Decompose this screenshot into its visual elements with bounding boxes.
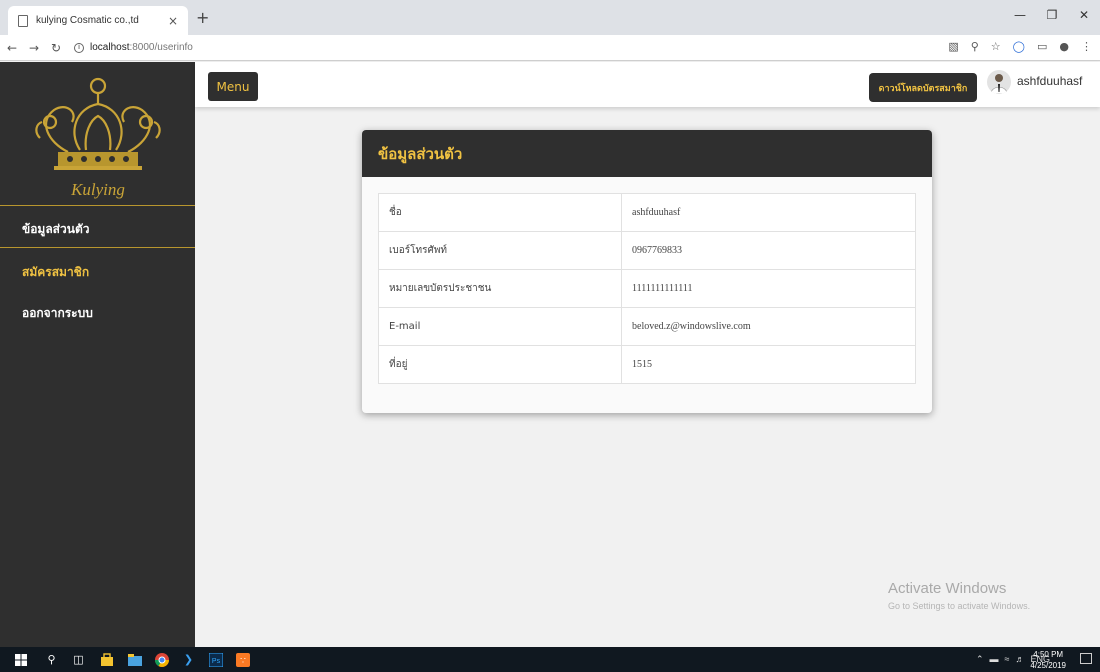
profile-info-table: ชื่อ ashfduuhasf เบอร์โทรศัพท์ 096776983… [378,193,916,384]
table-row: ที่อยู่ 1515 [378,345,916,384]
sidebar: Kulying ข้อมูลส่วนตัว สมัครสมาชิก ออกจาก… [0,62,195,647]
crown-logo: Kulying [35,77,161,199]
table-row: E-mail beloved.z@windowslive.com [378,307,916,346]
page-icon [18,14,28,27]
site-info-icon[interactable]: i [74,42,84,53]
windows-start-icon[interactable] [12,651,29,668]
restore-icon[interactable]: ❐ [1036,0,1068,30]
back-arrow-icon[interactable]: ← [2,41,22,55]
task-view-icon[interactable]: ◫ [70,651,87,668]
battery-icon[interactable]: ▬ [990,654,999,665]
brand-wordmark: Kulying [70,180,125,199]
photoshop-icon[interactable]: Ps [207,651,224,668]
xampp-icon[interactable]: ∵ [234,651,251,668]
row-label-email: E-mail [378,307,622,346]
table-row: เบอร์โทรศัพท์ 0967769833 [378,231,916,270]
row-label-phone: เบอร์โทรศัพท์ [378,231,622,270]
zoom-icon[interactable]: ⚲ [971,40,979,53]
sidebar-item-logout[interactable]: ออกจากระบบ [22,304,93,323]
windows-taskbar: ⚲ ◫ ❯ Ps ∵ ⌃ ▬ ≈ ♬ ENG 4:50 PM 4/25/2019 [0,647,1100,672]
svg-text:Ps: Ps [211,658,220,665]
window-controls: — ❐ ✕ [1004,0,1100,30]
username-label[interactable]: ashfduuhasf [1017,74,1082,88]
table-row: หมายเลขบัตรประชาชน 1111111111111 [378,269,916,308]
browser-tab-strip: kulying Cosmatic co.,td × + — ❐ ✕ [0,0,1100,35]
taskbar-clock[interactable]: 4:50 PM 4/25/2019 [1030,649,1066,671]
sidebar-item-register[interactable]: สมัครสมาชิก [22,263,89,282]
more-menu-icon[interactable]: ⋮ [1081,40,1092,53]
avatar[interactable] [987,70,1011,94]
extension-icons: ▧ ⚲ ☆ ◯ ▭ ● ⋮ [948,40,1092,53]
url-field[interactable]: i localhost:8000/userinfo [74,42,193,53]
opera-extension-icon[interactable]: ◯ [1013,40,1025,53]
volume-icon[interactable]: ♬ [1015,654,1024,665]
row-label-id-card: หมายเลขบัตรประชาชน [378,269,622,308]
row-label-address: ที่อยู่ [378,345,622,384]
sidebar-divider [0,247,195,248]
address-bar: ← → ↻ i localhost:8000/userinfo ▧ ⚲ ☆ ◯ … [0,35,1100,61]
profile-card: ข้อมูลส่วนตัว ชื่อ ashfduuhasf เบอร์โทรศ… [362,130,932,413]
menu-button[interactable]: Menu [208,72,258,101]
row-value-id-card: 1111111111111 [621,269,916,308]
minimize-icon[interactable]: — [1004,0,1036,30]
row-label-name: ชื่อ [378,193,622,232]
row-value-email: beloved.z@windowslive.com [621,307,916,346]
chrome-icon[interactable] [153,651,170,668]
tab-close-icon[interactable]: × [168,14,178,28]
new-tab-button[interactable]: + [196,8,209,27]
reload-icon[interactable]: ↻ [46,41,66,55]
cast-icon[interactable]: ▭ [1037,40,1047,53]
forward-arrow-icon[interactable]: → [24,41,44,55]
sidebar-divider-top [0,205,195,206]
search-icon[interactable]: ⚲ [43,651,60,668]
top-bar: Menu ดาวน์โหลดบัตรสมาชิก ashfduuhasf [195,62,1100,107]
clock-time: 4:50 PM [1033,650,1064,659]
card-header: ข้อมูลส่วนตัว [362,130,932,177]
file-explorer-icon[interactable] [126,651,143,668]
store-icon[interactable] [98,651,115,668]
url-host: localhost [90,42,130,53]
svg-text:∵: ∵ [240,655,246,665]
translate-icon[interactable]: ▧ [948,40,958,53]
wifi-icon[interactable]: ≈ [1005,654,1010,665]
url-path: :8000/userinfo [129,42,193,53]
table-row: ชื่อ ashfduuhasf [378,193,916,232]
sidebar-item-profile[interactable]: ข้อมูลส่วนตัว [22,220,89,239]
close-window-icon[interactable]: ✕ [1068,0,1100,30]
browser-tab[interactable]: kulying Cosmatic co.,td × [8,6,188,35]
row-value-name: ashfduuhasf [621,193,916,232]
profile-icon[interactable]: ● [1059,40,1069,53]
row-value-address: 1515 [621,345,916,384]
vscode-icon[interactable]: ❯ [180,651,197,668]
activate-windows-title: Activate Windows [888,580,1007,597]
notification-icon[interactable] [1080,653,1092,664]
user-avatar-icon [990,74,1008,94]
bookmark-star-icon[interactable]: ☆ [991,40,1001,53]
activate-windows-subtitle: Go to Settings to activate Windows. [888,601,1031,611]
card-title: ข้อมูลส่วนตัว [378,144,463,163]
download-card-button[interactable]: ดาวน์โหลดบัตรสมาชิก [869,73,977,102]
tab-title: kulying Cosmatic co.,td [36,15,139,26]
clock-date: 4/25/2019 [1030,661,1066,670]
tray-chevron-icon[interactable]: ⌃ [976,654,984,665]
row-value-phone: 0967769833 [621,231,916,270]
